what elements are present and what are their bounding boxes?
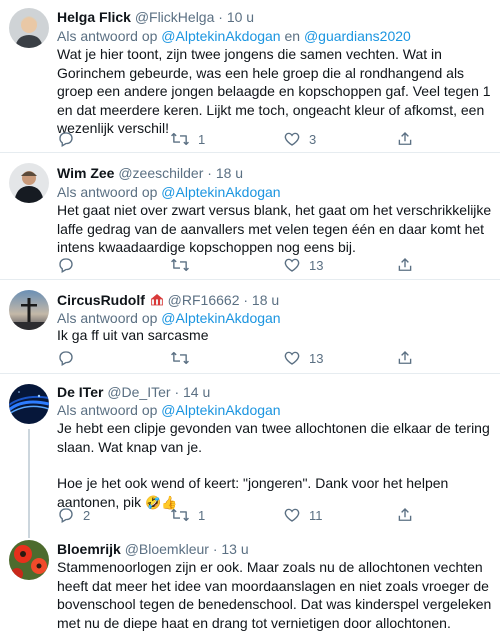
reply-button[interactable] bbox=[57, 255, 86, 275]
timestamp[interactable]: · 14 u bbox=[174, 384, 210, 400]
retweet-button[interactable]: 1 bbox=[170, 505, 205, 525]
tweet-actions: 13 bbox=[57, 348, 477, 368]
tweet-actions: 1 3 bbox=[57, 129, 477, 149]
reply-icon bbox=[59, 351, 73, 366]
reply-join: en bbox=[280, 28, 304, 44]
author-handle[interactable]: @zeeschilder bbox=[118, 165, 203, 181]
timestamp[interactable]: · 10 u bbox=[218, 9, 254, 25]
reply-prefix: Als antwoord op bbox=[57, 310, 162, 326]
avatar[interactable] bbox=[9, 290, 49, 330]
heart-icon bbox=[284, 508, 300, 522]
reply-button[interactable] bbox=[57, 348, 86, 368]
mention-link[interactable]: @AlptekinAkdogan bbox=[161, 402, 280, 418]
thread-line bbox=[28, 429, 30, 526]
like-count: 13 bbox=[309, 257, 324, 273]
mention-link[interactable]: @AlptekinAkdogan bbox=[161, 28, 280, 44]
avatar[interactable] bbox=[9, 384, 49, 424]
reply-button[interactable] bbox=[57, 129, 86, 149]
timestamp[interactable]: · 18 u bbox=[243, 292, 279, 308]
like-count: 11 bbox=[309, 507, 323, 523]
reply-prefix: Als antwoord op bbox=[57, 402, 162, 418]
author-handle[interactable]: @FlickHelga bbox=[135, 9, 215, 25]
tweet-circusrudolf[interactable]: CircusRudolf @RF16662 · 18 u Als antwoor… bbox=[0, 280, 500, 373]
retweet-icon bbox=[171, 258, 189, 272]
avatar[interactable] bbox=[9, 163, 49, 203]
tweet-header: Bloemrijk @Bloemkleur · 13 u bbox=[57, 540, 249, 558]
like-button[interactable]: 11 bbox=[283, 505, 323, 525]
reply-context: Als antwoord op @AlptekinAkdogan en @gua… bbox=[57, 27, 411, 45]
tweet-text: Stammenoorlogen zijn er ook. Maar zoals … bbox=[57, 559, 492, 631]
retweet-count: 1 bbox=[198, 131, 206, 147]
heart-icon bbox=[284, 258, 300, 272]
like-button[interactable]: 13 bbox=[283, 255, 323, 275]
retweet-button[interactable]: 1 bbox=[170, 129, 205, 149]
author-name[interactable]: De ITer bbox=[57, 384, 103, 400]
author-name[interactable]: Bloemrijk bbox=[57, 541, 121, 557]
tweet-text: Ik ga ff uit van sarcasme bbox=[57, 327, 209, 343]
like-count: 3 bbox=[309, 131, 317, 147]
tweet-bloemrijk[interactable]: Bloemrijk @Bloemkleur · 13 u Stammenoorl… bbox=[0, 526, 500, 631]
heart-icon bbox=[284, 351, 300, 365]
reply-prefix: Als antwoord op bbox=[57, 184, 162, 200]
reply-button[interactable]: 2 bbox=[57, 505, 90, 525]
author-name[interactable]: Helga Flick bbox=[57, 9, 131, 25]
tweet-header: Helga Flick @FlickHelga · 10 u bbox=[57, 8, 254, 26]
retweet-icon bbox=[171, 132, 189, 146]
thread-line bbox=[28, 526, 30, 538]
tweet-de-iter[interactable]: De ITer @De_ITer · 14 u Als antwoord op … bbox=[0, 374, 500, 526]
reply-context: Als antwoord op @AlptekinAkdogan bbox=[57, 309, 281, 327]
tweet-paragraph: Je hebt een clipje gevonden van twee all… bbox=[57, 420, 490, 455]
share-icon bbox=[398, 508, 412, 521]
author-name[interactable]: CircusRudolf bbox=[57, 292, 145, 308]
reply-count: 2 bbox=[83, 507, 91, 523]
author-handle[interactable]: @Bloemkleur bbox=[125, 541, 209, 557]
retweet-icon bbox=[171, 351, 189, 365]
reply-icon bbox=[59, 508, 73, 523]
timestamp[interactable]: · 13 u bbox=[213, 541, 249, 557]
share-icon bbox=[398, 351, 412, 364]
author-name[interactable]: Wim Zee bbox=[57, 165, 114, 181]
mention-link[interactable]: @guardians2020 bbox=[304, 28, 411, 44]
timestamp[interactable]: · 18 u bbox=[207, 165, 243, 181]
share-button[interactable] bbox=[396, 505, 414, 525]
tweet-text: Het gaat niet over zwart versus blank, h… bbox=[57, 202, 492, 255]
like-button[interactable]: 13 bbox=[283, 348, 323, 368]
tweet-header: De ITer @De_ITer · 14 u bbox=[57, 383, 210, 401]
avatar[interactable] bbox=[9, 540, 49, 580]
author-handle[interactable]: @De_ITer bbox=[107, 384, 170, 400]
tweet-text: Je hebt een clipje gevonden van twee all… bbox=[57, 419, 497, 512]
tweet-wim-zee[interactable]: Wim Zee @zeeschilder · 18 u Als antwoord… bbox=[0, 153, 500, 279]
share-button[interactable] bbox=[396, 348, 414, 368]
share-button[interactable] bbox=[396, 129, 414, 149]
reply-prefix: Als antwoord op bbox=[57, 28, 162, 44]
reply-context: Als antwoord op @AlptekinAkdogan bbox=[57, 401, 281, 419]
tweet-header: CircusRudolf @RF16662 · 18 u bbox=[57, 291, 279, 309]
circus-tent-icon bbox=[150, 294, 163, 306]
tweet-text: Wat je hier toont, zijn twee jongens die… bbox=[57, 46, 491, 136]
share-icon bbox=[398, 132, 412, 145]
reply-icon bbox=[59, 258, 73, 273]
like-count: 13 bbox=[309, 350, 324, 366]
mention-link[interactable]: @AlptekinAkdogan bbox=[161, 310, 280, 326]
like-button[interactable]: 3 bbox=[283, 129, 316, 149]
author-handle[interactable]: @RF16662 bbox=[168, 292, 240, 308]
retweet-button[interactable] bbox=[170, 255, 201, 275]
heart-icon bbox=[284, 132, 300, 146]
tweet-actions: 13 bbox=[57, 255, 477, 275]
retweet-button[interactable] bbox=[170, 348, 201, 368]
retweet-count: 1 bbox=[198, 507, 206, 523]
share-icon bbox=[398, 258, 412, 271]
tweet-header: Wim Zee @zeeschilder · 18 u bbox=[57, 164, 243, 182]
share-button[interactable] bbox=[396, 255, 414, 275]
avatar[interactable] bbox=[9, 8, 49, 48]
tweet-helga-flick[interactable]: Helga Flick @FlickHelga · 10 u Als antwo… bbox=[0, 0, 500, 152]
reply-icon bbox=[59, 132, 73, 147]
mention-link[interactable]: @AlptekinAkdogan bbox=[161, 184, 280, 200]
tweet-actions: 2 1 11 bbox=[57, 505, 477, 525]
reply-context: Als antwoord op @AlptekinAkdogan bbox=[57, 183, 281, 201]
retweet-icon bbox=[171, 508, 189, 522]
